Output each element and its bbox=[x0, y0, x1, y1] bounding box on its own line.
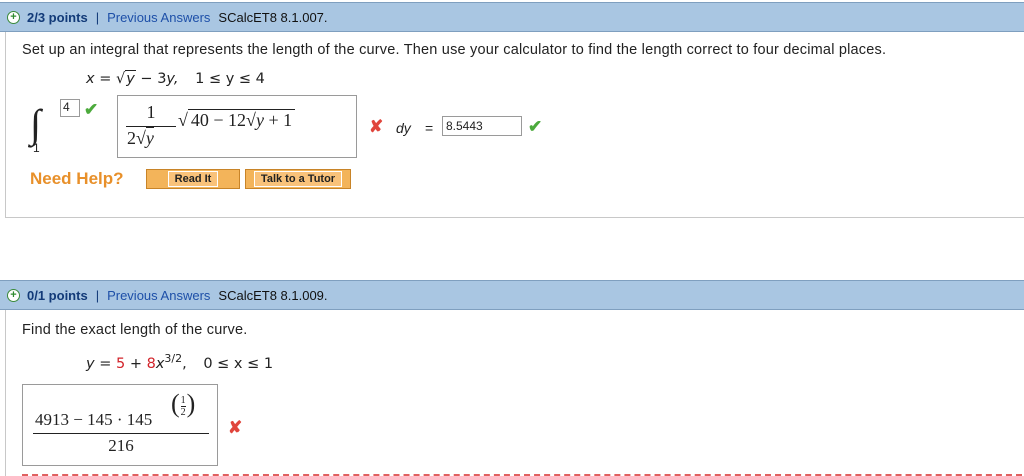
question-2-header: + 0/1 points | Previous Answers SCalcET8… bbox=[0, 280, 1024, 310]
question-prompt: Set up an integral that represents the l… bbox=[22, 42, 887, 58]
integrand-input[interactable]: 1 2√y √ 40 − 12√y + 1 bbox=[117, 95, 357, 158]
eq-range: 0 ≤ x ≤ 1 bbox=[203, 355, 274, 372]
eq-lhs: x bbox=[86, 71, 95, 87]
expand-plus-icon[interactable]: + bbox=[7, 288, 20, 302]
fraction-bar bbox=[33, 433, 209, 434]
radicand-part-a: 40 − 12 bbox=[190, 110, 247, 130]
points-label: 2/3 points bbox=[27, 9, 88, 25]
upper-limit-correct-icon: ✔ bbox=[84, 100, 99, 119]
eq-equals: = bbox=[99, 71, 112, 87]
need-help-label: Need Help? bbox=[30, 169, 124, 188]
answer-denominator: 216 bbox=[108, 436, 134, 455]
previous-answers-link[interactable]: Previous Answers bbox=[107, 10, 210, 25]
question-code: SCalcET8 8.1.009. bbox=[218, 287, 328, 303]
inner-radicand: y bbox=[255, 110, 264, 130]
sqrt-symbol: √ bbox=[178, 110, 188, 130]
curve-equation: x = √y − 3y, 1 ≤ y ≤ 4 bbox=[86, 70, 265, 87]
radicand-part-b: + 1 bbox=[268, 110, 293, 130]
eq-var: y, bbox=[166, 71, 179, 87]
read-it-button[interactable]: Read It bbox=[146, 169, 240, 189]
eq-radicand: y bbox=[126, 71, 135, 87]
lower-limit: 1 bbox=[33, 141, 40, 155]
question-prompt: Find the exact length of the curve. bbox=[22, 322, 248, 338]
answer-incorrect-icon: ✘ bbox=[228, 418, 243, 437]
numerator-text: 4913 − 145 · 145 bbox=[35, 410, 153, 429]
integrand-radical: √ 40 − 12√y + 1 bbox=[178, 109, 296, 131]
answer-numerator: 4913 − 145 · 145 bbox=[35, 410, 152, 430]
sqrt-symbol: √ bbox=[136, 128, 146, 148]
eq-lhs: y bbox=[86, 355, 95, 372]
talk-to-tutor-label: Talk to a Tutor bbox=[253, 171, 343, 187]
previous-answers-link[interactable]: Previous Answers bbox=[107, 288, 210, 303]
right-paren: ) bbox=[186, 389, 196, 418]
eq-plus: + bbox=[129, 355, 142, 372]
dy-label: dy bbox=[396, 120, 411, 136]
eq-comma: , bbox=[182, 355, 187, 372]
den-coef: 2 bbox=[127, 128, 136, 148]
exact-length-input[interactable]: 4913 − 145 · 145 (1 2) 216 bbox=[22, 384, 218, 466]
exponent-denominator: 2 bbox=[180, 406, 186, 418]
sqrt-symbol: √ bbox=[246, 110, 256, 130]
integrand-incorrect-icon: ✘ bbox=[369, 117, 384, 136]
curve-equation: y = 5 + 8x3/2, 0 ≤ x ≤ 1 bbox=[86, 352, 273, 372]
points-label: 0/1 points bbox=[27, 287, 88, 303]
upper-limit-input[interactable]: 4 bbox=[60, 99, 80, 117]
length-value-input[interactable]: 8.5443 bbox=[442, 116, 522, 136]
eq-minus: − bbox=[140, 71, 153, 87]
eq-exponent: 3/2 bbox=[164, 352, 183, 365]
separator: | bbox=[95, 287, 100, 303]
question-1-header: + 2/3 points | Previous Answers SCalcET8… bbox=[0, 2, 1024, 32]
integrand-denominator: 2√y bbox=[127, 127, 154, 149]
sqrt-symbol: √ bbox=[115, 71, 126, 87]
eq-range: 1 ≤ y ≤ 4 bbox=[195, 71, 265, 87]
eq-constant: 5 bbox=[115, 355, 126, 372]
equals-sign: = bbox=[425, 120, 434, 136]
separator: | bbox=[95, 9, 100, 25]
left-paren: ( bbox=[171, 389, 180, 418]
question-code: SCalcET8 8.1.007. bbox=[218, 9, 328, 25]
eq-equals: = bbox=[99, 355, 112, 372]
den-radicand: y bbox=[145, 128, 154, 148]
read-it-label: Read It bbox=[167, 171, 219, 187]
integrand-numerator: 1 bbox=[146, 102, 156, 122]
eq-coef: 8 bbox=[146, 355, 156, 372]
talk-to-tutor-button[interactable]: Talk to a Tutor bbox=[245, 169, 351, 189]
length-correct-icon: ✔ bbox=[528, 117, 543, 136]
expand-plus-icon[interactable]: + bbox=[7, 10, 20, 24]
exponent-numerator: 1 bbox=[180, 394, 186, 407]
exponent-group: (1 2) bbox=[171, 391, 195, 418]
